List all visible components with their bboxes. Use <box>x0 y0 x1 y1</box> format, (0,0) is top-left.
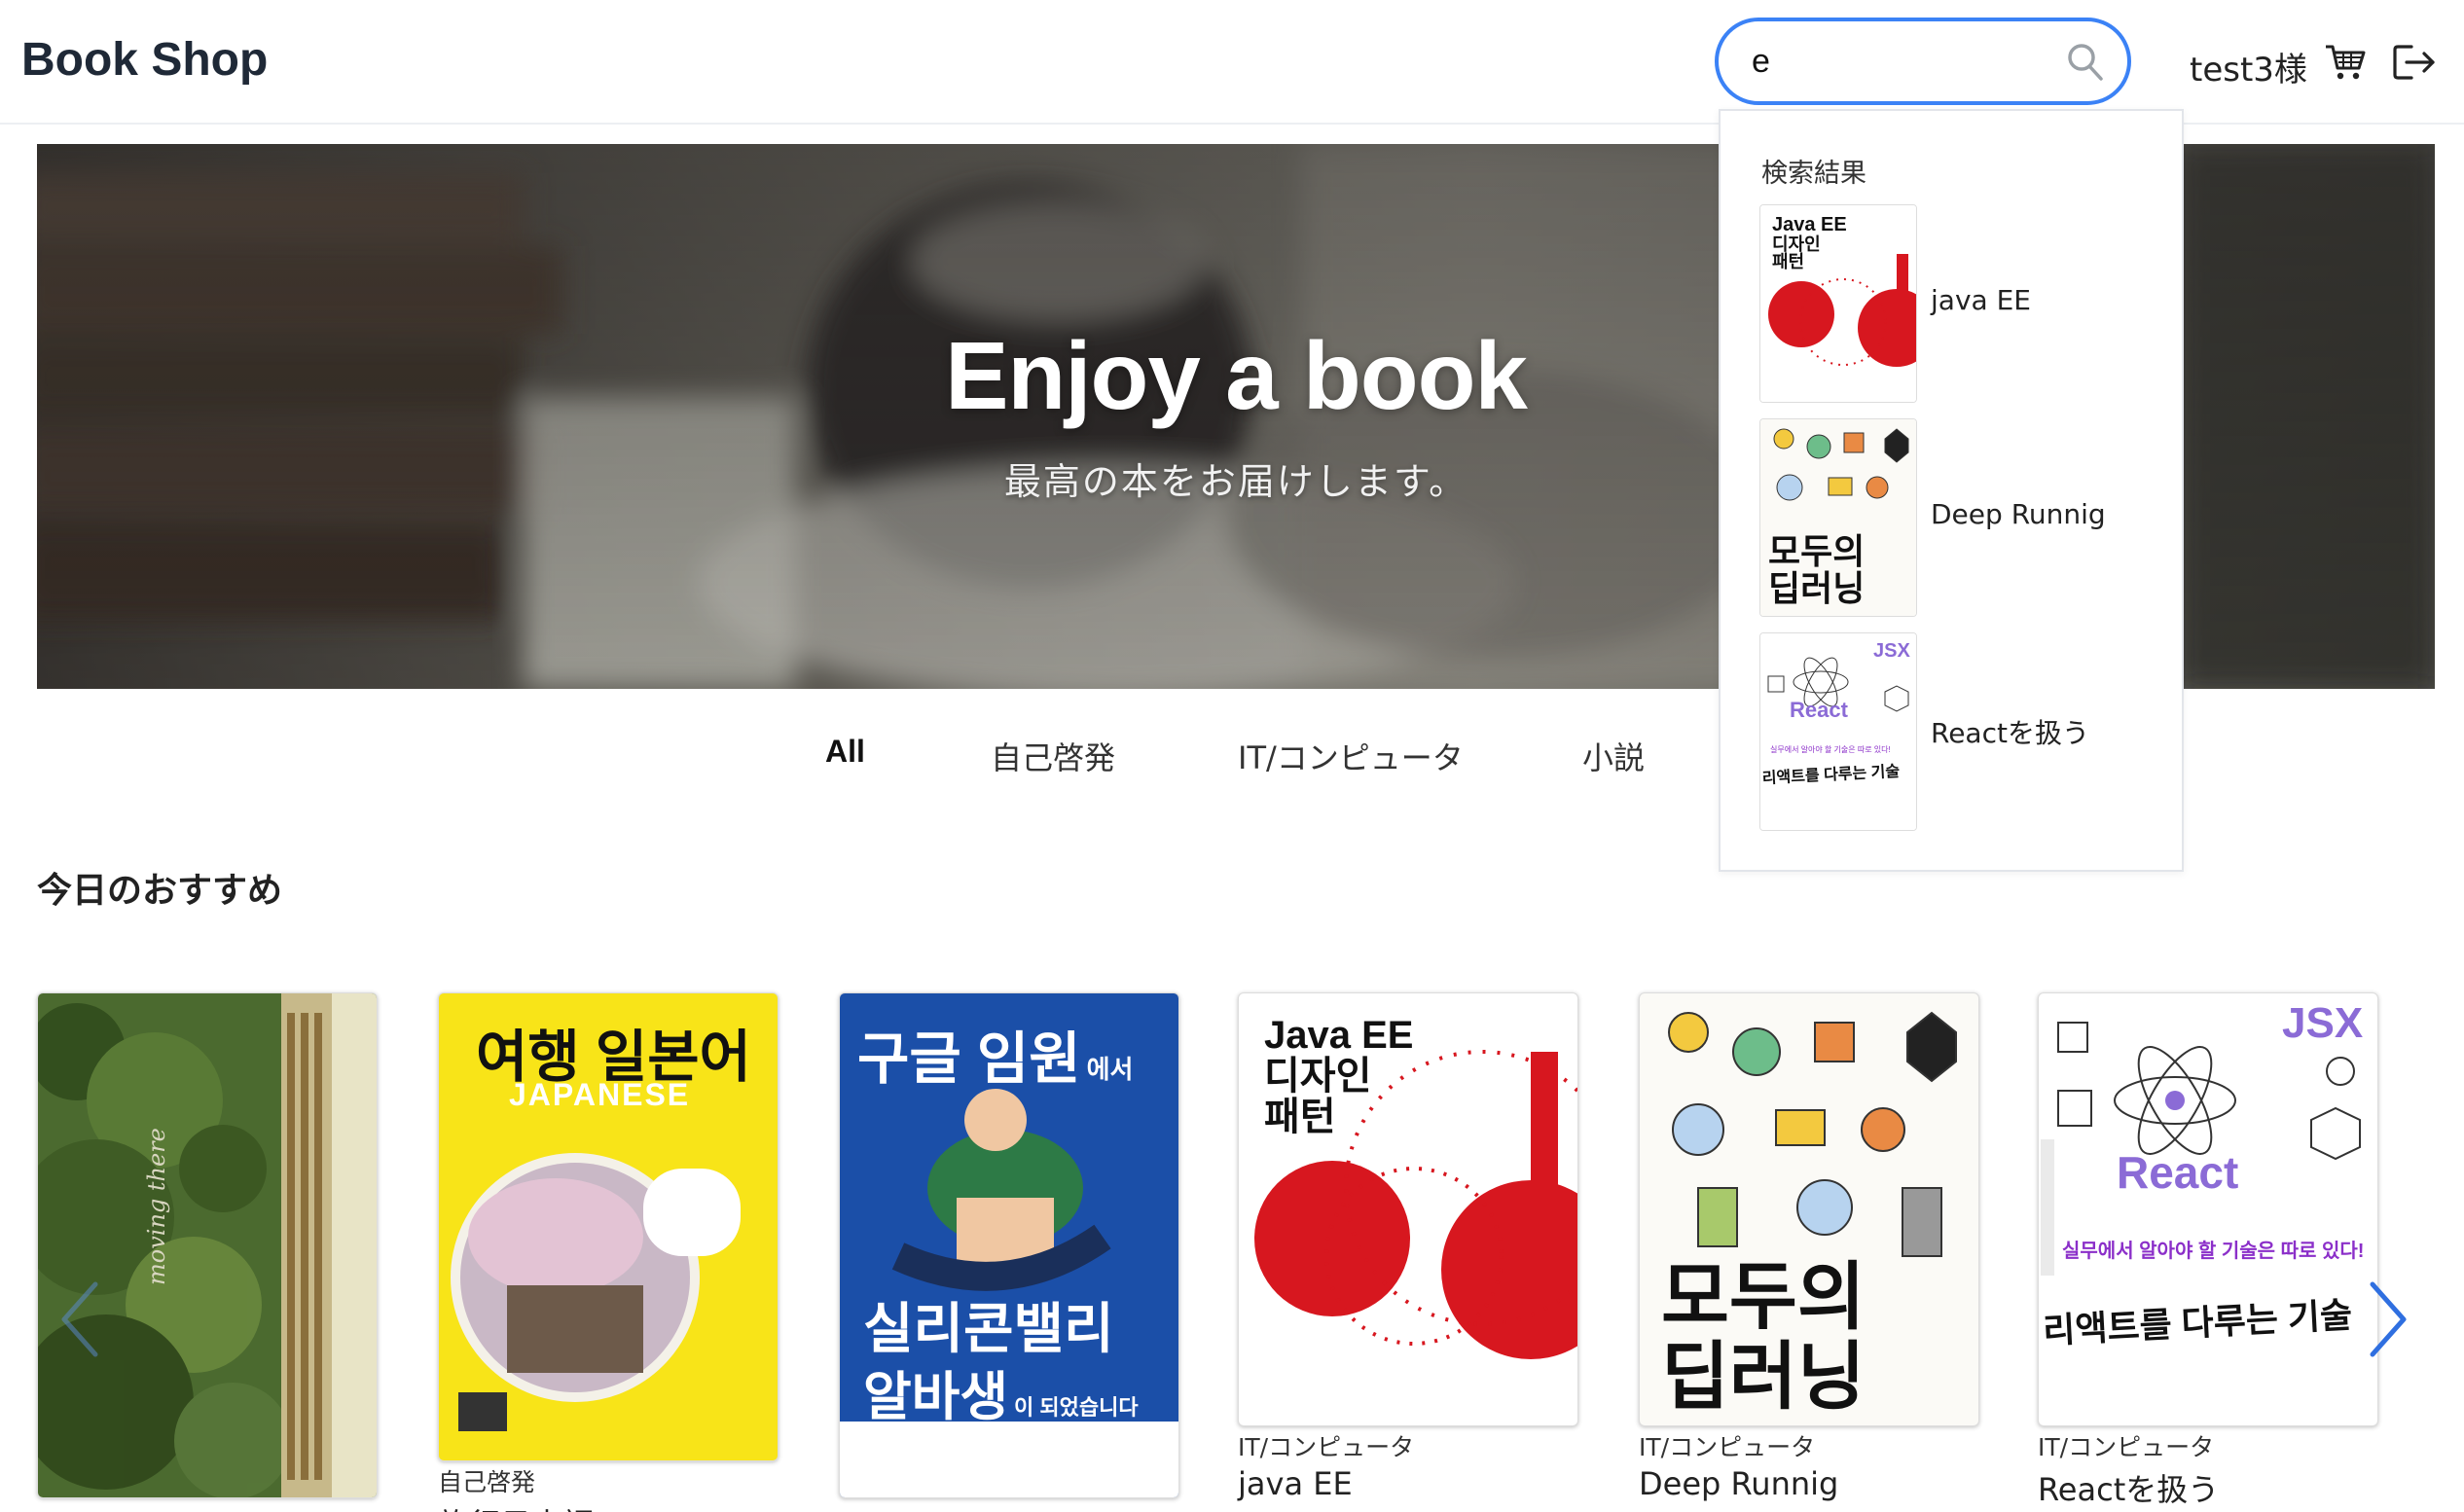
book-cover-title: 알바생 이 되었습니다 <box>863 1353 1139 1430</box>
search-results-dropdown: 検索結果 Java EE 디자인 패턴 java EE 모두의 딥러닝 Deep… <box>1719 109 2184 872</box>
tab-all[interactable]: All <box>825 734 865 770</box>
book-cover-title: 실리콘밸리 <box>863 1298 1114 1359</box>
search-result-item[interactable]: 모두의 딥러닝 Deep Runnig <box>1759 418 2168 617</box>
search-icon[interactable] <box>2065 41 2104 82</box>
cart-icon[interactable] <box>2324 43 2367 82</box>
tab-it-computer[interactable]: IT/コンピュータ <box>1238 734 1464 778</box>
search-result-thumbnail[interactable]: JSX React 실무에서 알아야 할 기술은 따로 있다! 리액트를 다루는… <box>1759 632 1917 831</box>
svg-text:실무에서 알아야 할 기술은 따로 있다!: 실무에서 알아야 할 기술은 따로 있다! <box>1770 744 1891 754</box>
search-result-thumbnail[interactable]: 모두의 딥러닝 <box>1759 418 1917 617</box>
book-title[interactable]: 旅行日本語 <box>438 1500 779 1512</box>
svg-text:딥러닝: 딥러닝 <box>1768 568 1865 608</box>
book-cover-art <box>1254 1050 1577 1359</box>
book-category: IT/コンピュータ <box>2038 1433 2215 1461</box>
search-result-name[interactable]: Deep Runnig <box>1931 498 2106 530</box>
search-result-name[interactable]: Reactを扱う <box>1931 712 2089 751</box>
svg-text:디자인: 디자인 <box>1772 234 1821 254</box>
book-cover-title-part: 이 되었습니다 <box>1014 1395 1139 1420</box>
book-cover-tagline: 실무에서 알아야 할 기술은 따로 있다! <box>2062 1241 2365 1262</box>
brand-logo[interactable]: Book Shop <box>21 33 268 87</box>
search-result-name[interactable]: java EE <box>1931 284 2031 316</box>
book-title[interactable]: Deep Runnig <box>1639 1465 1979 1502</box>
search-result-thumbnail[interactable]: Java EE 디자인 패턴 <box>1759 204 1917 403</box>
section-title-recommendations: 今日のおすすめ <box>37 871 283 911</box>
svg-text:React: React <box>1790 698 1849 722</box>
book-cover[interactable]: 구글 임원 에서 실리콘밸리 알바생 이 되었습니다 <box>839 992 1179 1498</box>
svg-text:moving there: moving there <box>143 1128 170 1285</box>
book-cover[interactable]: Java EE 디자인 패턴 <box>1238 992 1578 1426</box>
search-input-value[interactable]: e <box>1752 43 1770 81</box>
carousel-next-arrow-icon[interactable] <box>2359 1271 2417 1368</box>
book-cover[interactable]: 여행 일본어 JAPANESE <box>438 992 779 1461</box>
svg-text:패턴: 패턴 <box>1772 252 1804 271</box>
book-cover-art <box>451 1153 741 1431</box>
book-cover[interactable]: JSX React 실무에서 알아야 할 기술은 따로 있다! 리액트를 다루는… <box>2038 992 2378 1426</box>
book-card[interactable]: JSX React 실무에서 알아야 할 기술은 따로 있다! 리액트를 다루는… <box>2038 992 2378 1510</box>
book-card[interactable]: 여행 일본어 JAPANESE 自己啓発 旅行日本語 <box>438 992 779 1512</box>
book-title[interactable]: java EE <box>1238 1465 1578 1502</box>
book-cover-art: moving there <box>38 993 377 1497</box>
book-card[interactable]: moving there <box>37 992 378 1498</box>
book-card[interactable]: 구글 임원 에서 실리콘밸리 알바생 이 되었습니다 <box>839 992 1179 1498</box>
book-category: IT/コンピュータ <box>1639 1433 1816 1461</box>
tab-self-help[interactable]: 自己啓発 <box>991 734 1115 778</box>
book-cover-art: JSX React <box>2041 999 2363 1276</box>
header: Book Shop e test3様 <box>0 0 2464 125</box>
book-cover[interactable]: moving there <box>37 992 378 1498</box>
book-shop-page: Book Shop e test3様 Enjoy a book 最高の本をお届け… <box>0 0 2464 1512</box>
book-category: 自己啓発 <box>438 1468 536 1496</box>
svg-text:JSX: JSX <box>2282 999 2363 1047</box>
user-name[interactable]: test3様 <box>2190 43 2307 90</box>
logout-icon[interactable] <box>2392 43 2437 82</box>
svg-text:React: React <box>2117 1147 2238 1198</box>
search-result-item[interactable]: JSX React 실무에서 알아야 할 기술은 따로 있다! 리액트를 다루는… <box>1759 632 2168 831</box>
svg-text:모두의: 모두의 <box>1768 531 1865 571</box>
book-cover-title: 딥러닝 <box>1661 1336 1866 1419</box>
search-result-thumbnail-art: JSX React 실무에서 알아야 할 기술은 따로 있다! 리액트를 다루는… <box>1760 633 1916 830</box>
search-result-item[interactable]: Java EE 디자인 패턴 java EE <box>1759 204 2168 403</box>
book-card[interactable]: Java EE 디자인 패턴 IT/コンピュータ java EE <box>1238 992 1578 1502</box>
book-title[interactable]: Reactを扱う <box>2038 1465 2378 1510</box>
search-result-thumbnail-art: 모두의 딥러닝 <box>1760 419 1916 616</box>
book-cover[interactable]: 모두의 딥러닝 <box>1639 992 1979 1426</box>
tab-novel[interactable]: 小説 <box>1582 734 1645 778</box>
carousel-prev-arrow-icon[interactable] <box>53 1271 111 1368</box>
search-input[interactable]: e <box>1715 18 2131 105</box>
book-cover-title-part: 알바생 <box>863 1368 1009 1426</box>
svg-text:Java EE: Java EE <box>1772 214 1847 235</box>
search-results-label: 検索結果 <box>1761 159 1866 189</box>
svg-text:JSX: JSX <box>1873 640 1910 662</box>
search-result-thumbnail-art: Java EE 디자인 패턴 <box>1760 205 1916 402</box>
book-card[interactable]: 모두의 딥러닝 IT/コンピュータ Deep Runnig <box>1639 992 1979 1502</box>
book-category: IT/コンピュータ <box>1238 1433 1415 1461</box>
